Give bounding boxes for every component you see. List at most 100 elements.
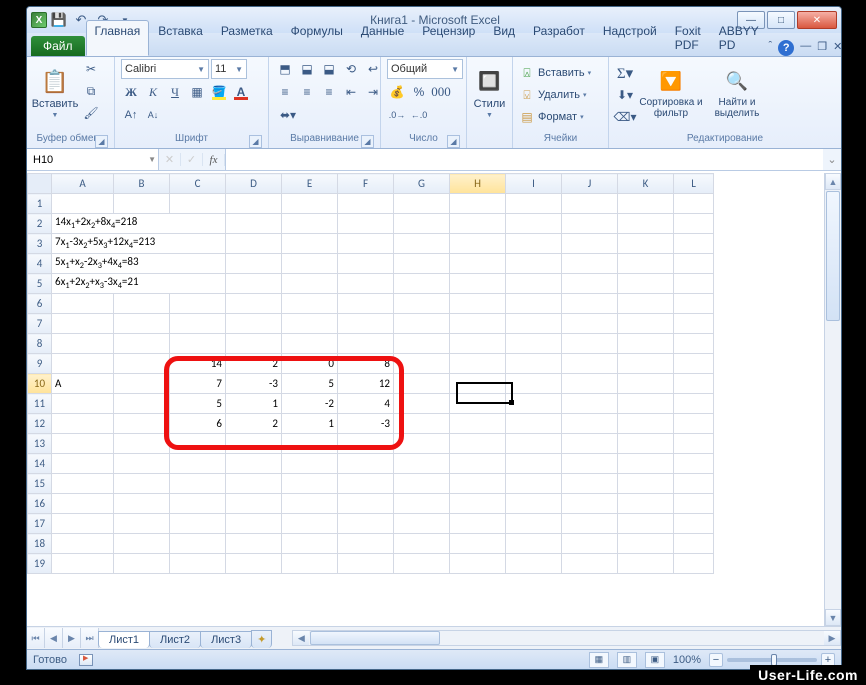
cell[interactable]: [618, 414, 674, 434]
cell[interactable]: 8: [338, 354, 394, 374]
view-normal-icon[interactable]: ▦: [589, 652, 609, 668]
col-header[interactable]: C: [170, 174, 226, 194]
macro-record-icon[interactable]: [79, 654, 93, 666]
cell[interactable]: [674, 414, 714, 434]
col-header[interactable]: E: [282, 174, 338, 194]
cell[interactable]: [338, 334, 394, 354]
alignment-launcher-icon[interactable]: ◢: [361, 135, 374, 148]
cell[interactable]: [394, 414, 450, 434]
cell[interactable]: [506, 534, 562, 554]
cell[interactable]: [618, 294, 674, 314]
font-size-combo[interactable]: 11▼: [211, 59, 247, 79]
cell[interactable]: [114, 474, 170, 494]
cell[interactable]: [562, 554, 618, 574]
cell[interactable]: [114, 414, 170, 434]
col-header[interactable]: F: [338, 174, 394, 194]
cell[interactable]: [226, 454, 282, 474]
cell[interactable]: [338, 274, 394, 294]
cell[interactable]: [394, 214, 450, 234]
cell[interactable]: [674, 194, 714, 214]
cell[interactable]: [114, 314, 170, 334]
cell[interactable]: [562, 534, 618, 554]
cell[interactable]: [562, 414, 618, 434]
merge-center-icon[interactable]: ⬌▾: [275, 105, 301, 125]
row-header[interactable]: 12: [28, 414, 52, 434]
help-icon[interactable]: ?: [778, 40, 794, 56]
format-painter-icon[interactable]: 🖌: [81, 103, 101, 123]
doc-restore-icon[interactable]: ❐: [817, 40, 827, 56]
cut-icon[interactable]: ✂: [81, 59, 101, 79]
cell[interactable]: [52, 474, 114, 494]
select-all-corner[interactable]: [28, 174, 52, 194]
clear-icon[interactable]: ⌫▾: [615, 107, 635, 127]
cell[interactable]: [394, 294, 450, 314]
cell[interactable]: [394, 334, 450, 354]
row-header[interactable]: 13: [28, 434, 52, 454]
find-select-button[interactable]: 🔍 Найти и выделить: [707, 59, 767, 127]
cell[interactable]: [114, 374, 170, 394]
cell[interactable]: [562, 454, 618, 474]
row-header[interactable]: 8: [28, 334, 52, 354]
cell[interactable]: [674, 434, 714, 454]
cell[interactable]: [450, 434, 506, 454]
cell[interactable]: [450, 494, 506, 514]
cell[interactable]: [338, 254, 394, 274]
cell[interactable]: 2: [226, 354, 282, 374]
cell[interactable]: [170, 454, 226, 474]
doc-close-icon[interactable]: ✕: [833, 40, 842, 56]
cell[interactable]: [450, 254, 506, 274]
row-header[interactable]: 9: [28, 354, 52, 374]
styles-button[interactable]: 🔲 Стили ▼: [473, 59, 506, 127]
cell[interactable]: [618, 314, 674, 334]
cell[interactable]: [618, 234, 674, 254]
cell[interactable]: [226, 234, 282, 254]
paste-button[interactable]: 📋 Вставить ▼: [33, 59, 77, 127]
cell[interactable]: [618, 194, 674, 214]
row-header[interactable]: 16: [28, 494, 52, 514]
col-header[interactable]: L: [674, 174, 714, 194]
cell[interactable]: [226, 294, 282, 314]
cell[interactable]: 6: [170, 414, 226, 434]
tab-foxit pdf[interactable]: Foxit PDF: [666, 20, 710, 56]
align-right-icon[interactable]: ≡: [319, 82, 339, 102]
cell[interactable]: [282, 294, 338, 314]
cell[interactable]: [562, 374, 618, 394]
cell[interactable]: [618, 494, 674, 514]
cell[interactable]: [674, 294, 714, 314]
border-button[interactable]: ▦: [187, 82, 207, 102]
cancel-formula-icon[interactable]: ✕: [159, 153, 181, 166]
autosum-icon[interactable]: Σ▾: [615, 63, 635, 83]
cell[interactable]: [562, 394, 618, 414]
row-header[interactable]: 2: [28, 214, 52, 234]
cell[interactable]: [562, 234, 618, 254]
insert-cells-button[interactable]: ⍓Вставить ▾: [519, 63, 591, 83]
cell[interactable]: [450, 534, 506, 554]
format-cells-button[interactable]: ▤Формат ▾: [519, 107, 584, 127]
percent-icon[interactable]: %: [409, 82, 429, 102]
cell[interactable]: [338, 194, 394, 214]
cell[interactable]: [226, 194, 282, 214]
cell[interactable]: [170, 494, 226, 514]
row-header[interactable]: 6: [28, 294, 52, 314]
cell[interactable]: [170, 434, 226, 454]
cell[interactable]: [450, 414, 506, 434]
doc-minimize-icon[interactable]: —: [800, 40, 811, 56]
cell[interactable]: [170, 334, 226, 354]
tab-рецензир[interactable]: Рецензир: [413, 20, 484, 56]
cell[interactable]: [338, 234, 394, 254]
cell[interactable]: [506, 514, 562, 534]
decrease-indent-icon[interactable]: ⇤: [341, 82, 361, 102]
cell[interactable]: [394, 534, 450, 554]
sheet-nav-first-icon[interactable]: ⏮: [27, 628, 45, 648]
cell[interactable]: [450, 454, 506, 474]
cell[interactable]: [450, 234, 506, 254]
cell[interactable]: [282, 534, 338, 554]
cell[interactable]: 7: [170, 374, 226, 394]
cell[interactable]: [618, 274, 674, 294]
cell[interactable]: -2: [282, 394, 338, 414]
scroll-left-icon[interactable]: ◀: [293, 631, 309, 645]
cell[interactable]: [394, 354, 450, 374]
cell[interactable]: [226, 534, 282, 554]
cell[interactable]: [450, 394, 506, 414]
zoom-out-button[interactable]: −: [709, 653, 723, 667]
